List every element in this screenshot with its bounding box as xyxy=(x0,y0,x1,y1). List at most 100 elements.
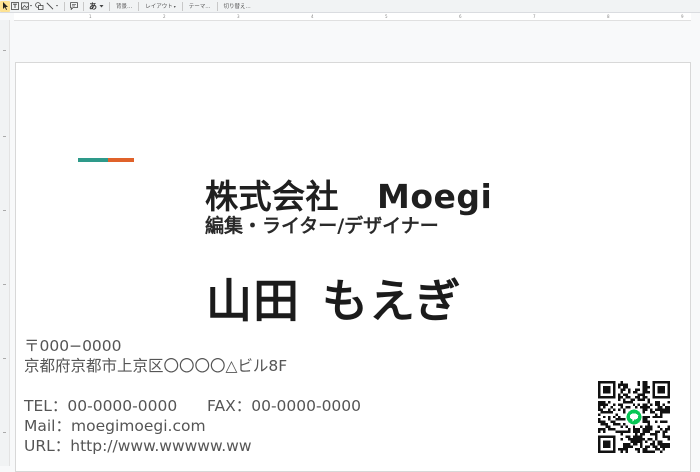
mail-address[interactable]: Mail：moegimoegi.com xyxy=(24,414,206,436)
qr-module xyxy=(635,443,638,446)
qr-module xyxy=(655,403,658,406)
qr-module xyxy=(612,423,616,426)
qr-module xyxy=(647,450,651,453)
text-box-button[interactable] xyxy=(10,1,20,12)
select-tool-button[interactable] xyxy=(0,0,10,12)
qr-module xyxy=(625,443,628,446)
qr-module xyxy=(642,438,646,441)
qr-module xyxy=(657,425,661,429)
background-menu-button[interactable]: 背景... xyxy=(114,2,134,10)
qr-module xyxy=(667,445,670,449)
qr-module xyxy=(657,448,661,451)
qr-module xyxy=(650,438,653,441)
qr-module xyxy=(627,400,631,404)
ruler-tick xyxy=(3,284,6,285)
qr-module xyxy=(625,400,628,404)
given-name: もえぎ xyxy=(322,274,462,328)
horizontal-ruler[interactable]: 1 2 3 4 5 6 7 8 9 xyxy=(14,13,691,21)
qr-module xyxy=(625,395,628,399)
image-insert-button[interactable] xyxy=(20,1,34,12)
comment-button[interactable] xyxy=(69,1,79,12)
qr-module xyxy=(620,430,623,434)
qr-module xyxy=(667,410,670,414)
qr-module xyxy=(642,405,646,409)
qr-module xyxy=(647,415,651,419)
caret-down-icon: ▾ xyxy=(173,4,176,9)
shape-insert-button[interactable] xyxy=(34,1,45,12)
theme-menu-button[interactable]: テーマ... xyxy=(187,2,213,10)
ruler-number: 7 xyxy=(533,14,536,19)
vertical-ruler[interactable] xyxy=(0,20,10,466)
qr-module xyxy=(620,438,623,441)
layout-menu-button[interactable]: レイアウト▾ xyxy=(143,2,178,10)
qr-module xyxy=(617,448,621,451)
qr-module xyxy=(665,410,668,414)
qr-module xyxy=(662,433,666,436)
phone-fax-line[interactable]: TEL：00-0000-0000 FAX：00-0000-0000 xyxy=(24,394,361,416)
qr-module xyxy=(637,448,641,451)
qr-module xyxy=(620,381,623,384)
qr-module xyxy=(640,433,643,436)
qr-module xyxy=(655,413,658,416)
qr-module xyxy=(630,440,633,444)
shape-icon xyxy=(35,2,44,10)
qr-module xyxy=(607,410,611,414)
qr-module xyxy=(655,400,658,404)
qr-finder-pattern xyxy=(657,385,666,394)
qr-finder-pattern xyxy=(602,385,611,394)
qr-module xyxy=(645,420,648,424)
qr-module xyxy=(642,450,646,453)
qr-module xyxy=(605,423,608,426)
accent-bar-orange xyxy=(108,158,134,162)
postal-code[interactable]: 〒000−0000 xyxy=(24,334,122,356)
qr-module xyxy=(645,381,648,384)
qr-module xyxy=(598,405,601,409)
qr-module xyxy=(600,408,603,411)
qr-module xyxy=(652,440,656,444)
input-tools-button[interactable]: あ xyxy=(88,1,105,12)
toolbar-divider xyxy=(138,1,140,11)
qr-module xyxy=(637,403,641,406)
qr-module xyxy=(642,381,646,384)
qr-module xyxy=(620,405,623,409)
line-insert-button[interactable] xyxy=(45,1,60,12)
job-title[interactable]: 編集・ライター/デザイナー xyxy=(205,211,439,238)
qr-module xyxy=(602,423,606,426)
qr-module xyxy=(645,445,648,449)
qr-module xyxy=(660,450,663,453)
qr-module xyxy=(602,400,606,404)
qr-module xyxy=(632,443,636,446)
qr-module xyxy=(660,428,663,431)
layout-menu-label: レイアウト xyxy=(145,4,173,10)
website-url[interactable]: URL：http://www.wwwww.ww xyxy=(24,434,252,456)
qr-module xyxy=(660,410,663,414)
family-name: 山田 xyxy=(206,274,300,328)
address[interactable]: 京都府京都市上京区〇〇〇〇△ビル8F xyxy=(24,354,287,376)
qr-module xyxy=(612,428,616,431)
qr-module xyxy=(630,438,633,441)
qr-module xyxy=(655,420,658,424)
qr-module xyxy=(642,388,646,391)
qr-module xyxy=(602,415,606,419)
qr-module xyxy=(620,448,623,451)
qr-module xyxy=(642,383,646,386)
qr-module xyxy=(627,388,631,391)
qr-module xyxy=(610,420,613,424)
qr-module xyxy=(645,385,648,389)
qr-module xyxy=(642,390,646,394)
transition-menu-button[interactable]: 切り替え... xyxy=(222,2,253,10)
qr-module xyxy=(642,403,646,406)
person-name[interactable]: 山田 もえぎ xyxy=(206,265,462,331)
qr-module xyxy=(630,400,633,404)
qr-module xyxy=(637,430,641,434)
qr-module xyxy=(635,390,638,394)
qr-module xyxy=(622,385,626,389)
qr-module xyxy=(655,408,658,411)
qr-module xyxy=(665,443,668,446)
slide-canvas[interactable]: 株式会社 Moegi 編集・ライター/デザイナー 山田 もえぎ 〒000−0000 … xyxy=(15,62,691,472)
qr-module xyxy=(652,415,656,419)
qr-module xyxy=(645,448,648,451)
qr-module xyxy=(625,405,628,409)
qr-module xyxy=(632,398,636,401)
line-qr-code-image[interactable] xyxy=(598,381,670,453)
